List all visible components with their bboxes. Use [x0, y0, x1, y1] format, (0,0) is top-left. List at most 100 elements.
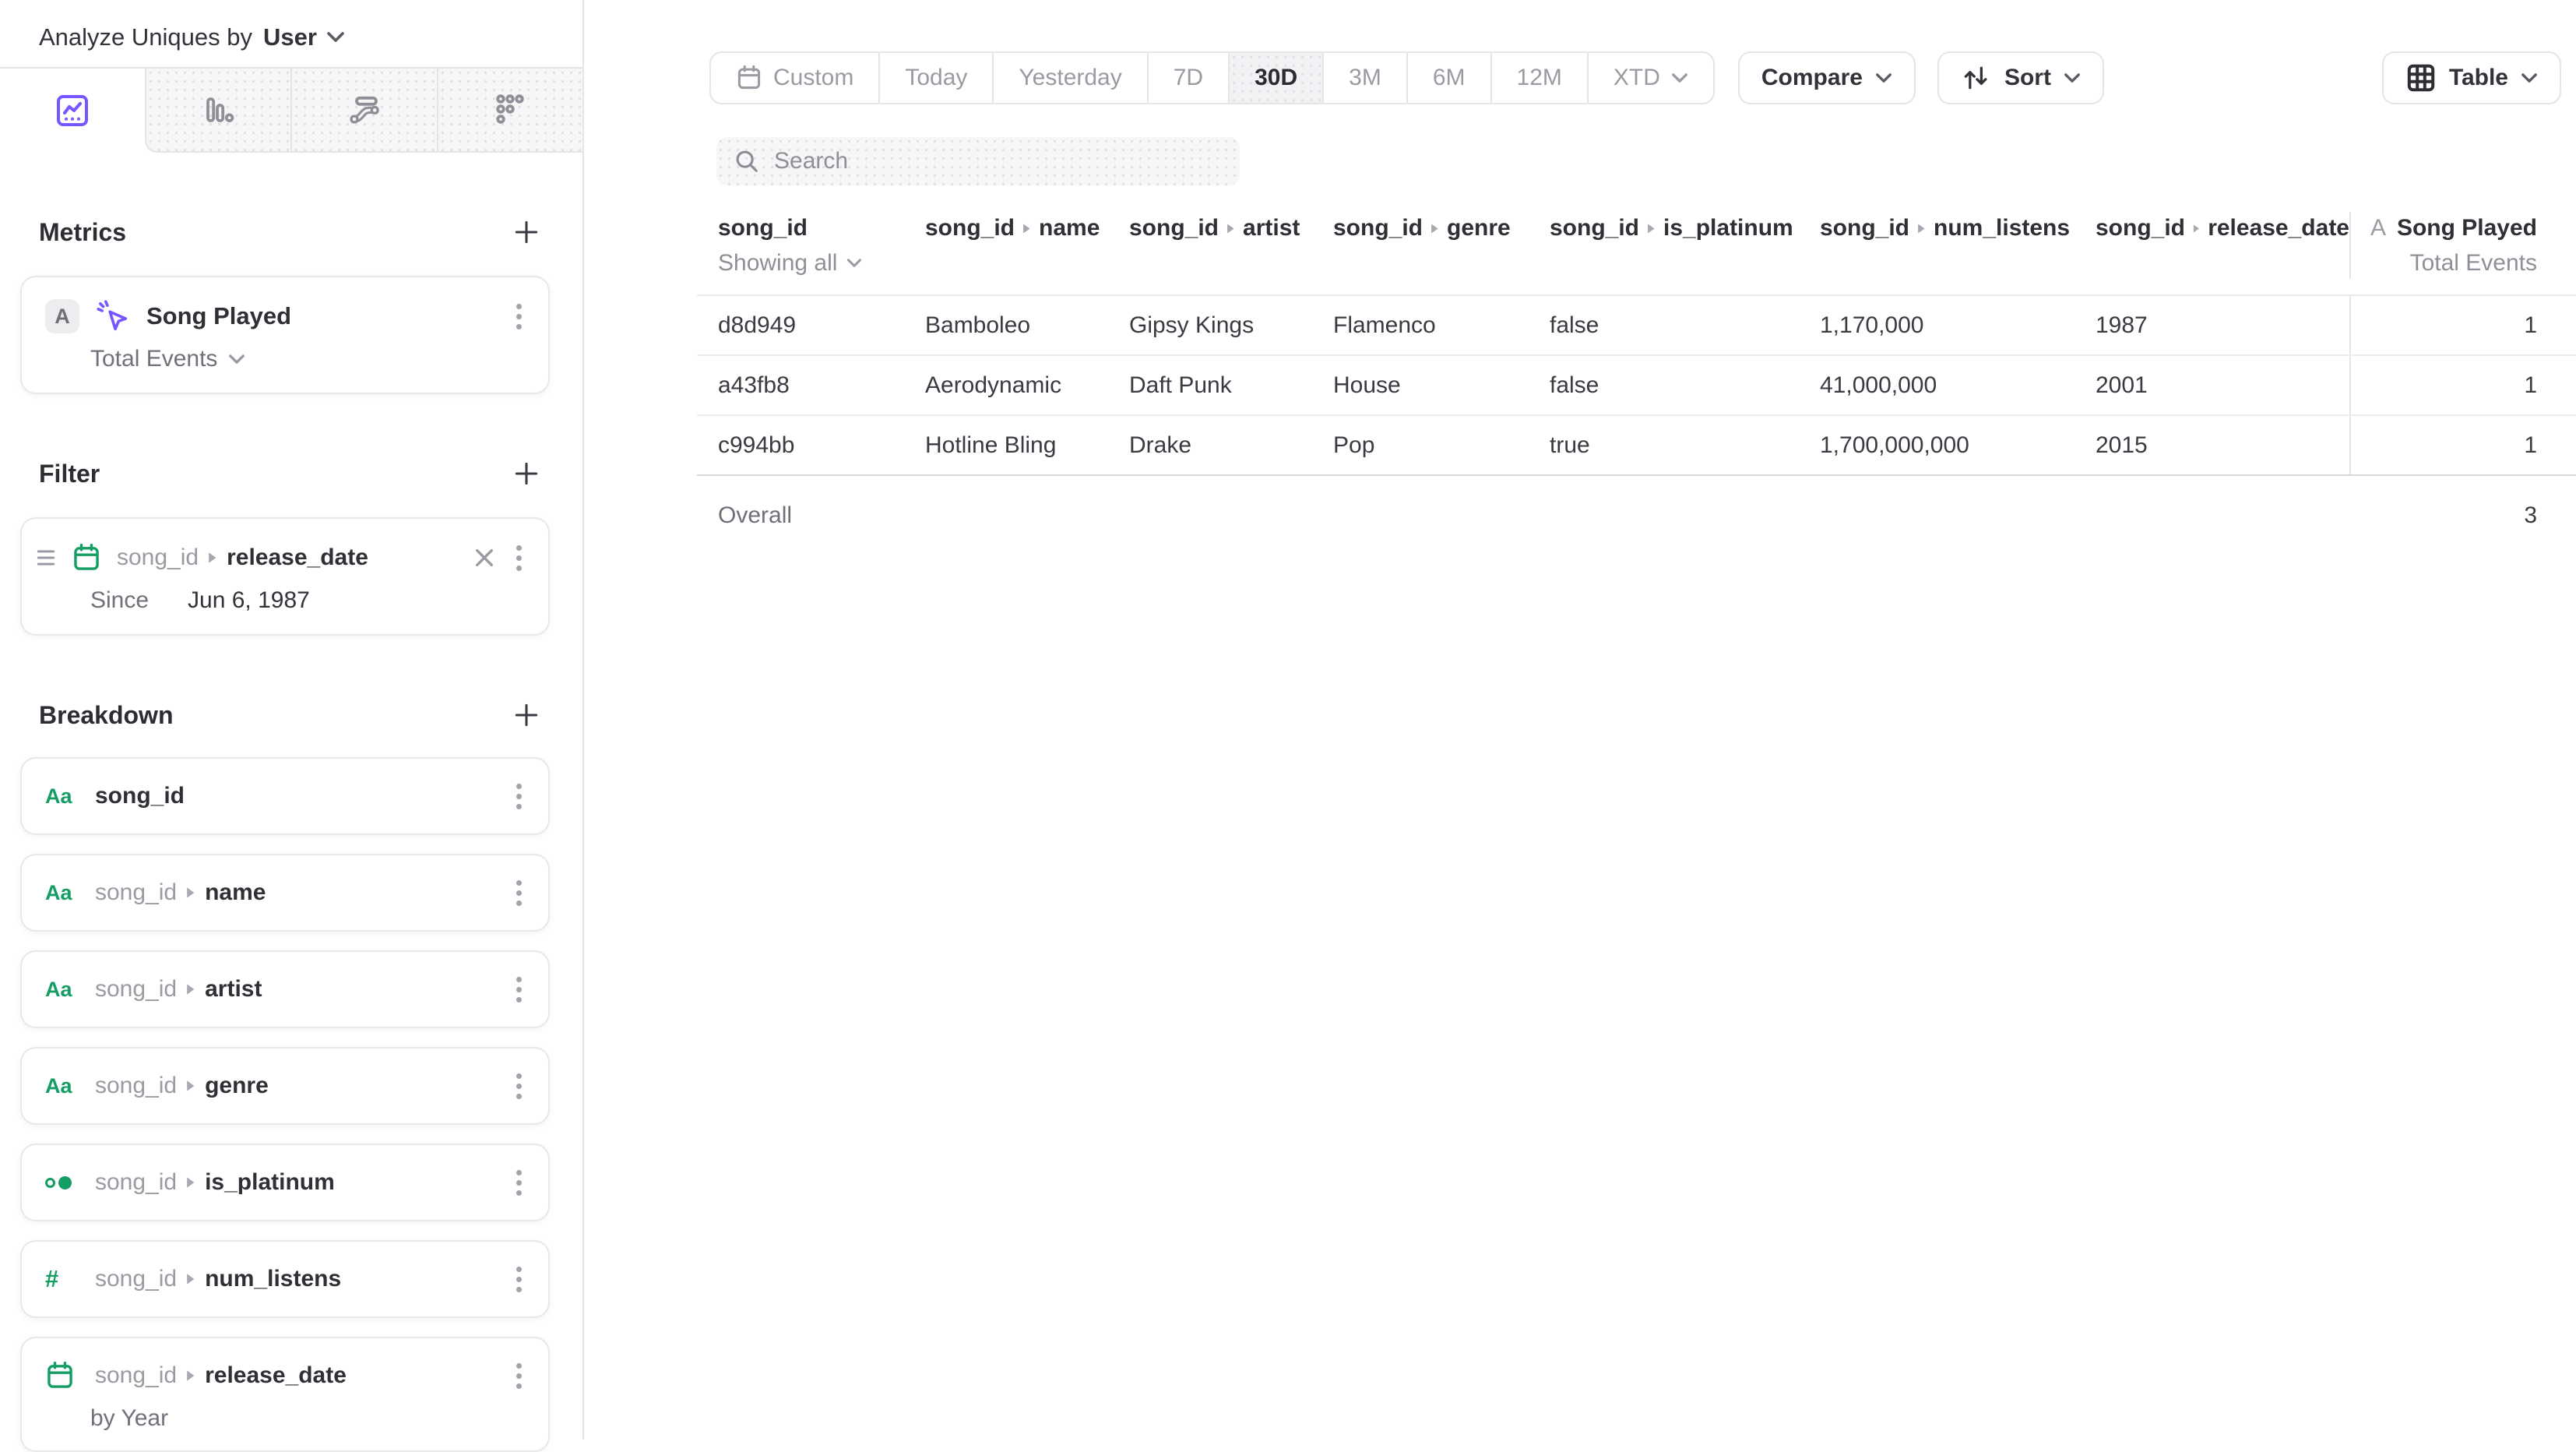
view-type-button[interactable]: Table [2382, 51, 2561, 104]
search-input[interactable] [774, 148, 1223, 174]
chevron-down-icon [2521, 72, 2538, 84]
date-range-option[interactable]: Custom [711, 53, 878, 103]
date-range-option[interactable]: 6M [1406, 53, 1490, 103]
breakdown-menu-button[interactable] [513, 974, 525, 1006]
breakdown-card[interactable]: Aa song_id genre [20, 1047, 550, 1125]
breakdown-card[interactable]: Aa song_id name [20, 854, 550, 932]
column-header[interactable]: song_id name [904, 212, 1108, 279]
path-arrow-icon [186, 983, 195, 996]
compare-button[interactable]: Compare [1738, 51, 1916, 104]
chevron-down-icon [1671, 72, 1688, 84]
date-range-option[interactable]: 12M [1490, 53, 1587, 103]
filter-value: Jun 6, 1987 [188, 587, 310, 614]
path-arrow-icon [186, 886, 195, 899]
chevron-down-icon [326, 31, 345, 44]
breakdown-menu-button[interactable] [513, 1360, 525, 1392]
metric-menu-button[interactable] [513, 301, 525, 333]
cell-artist: Drake [1108, 416, 1312, 474]
filter-operator: Since [90, 587, 149, 614]
series-letter-badge: A [45, 299, 79, 333]
breakdown-card[interactable]: # song_id num_listens [20, 1240, 550, 1318]
tab-metrics-grid[interactable] [437, 69, 583, 153]
add-breakdown-button[interactable] [508, 696, 545, 734]
cell-is-platinum: false [1529, 356, 1799, 414]
breakdown-property: song_id genre [95, 1073, 498, 1099]
column-header[interactable]: song_id is_platinum [1529, 212, 1799, 279]
bar-chart-icon [199, 91, 237, 129]
sidebar-content: Metrics A Song Played Total Events Filte… [0, 213, 582, 1452]
table-row: d8d949 Bamboleo Gipsy Kings Flamenco fal… [697, 296, 2576, 356]
tab-flows[interactable] [290, 69, 437, 153]
breakdown-card[interactable]: Aa song_id [20, 757, 550, 835]
report-toolbar: Custom Today Yesterday 7D 30D [709, 51, 2561, 104]
cell-release-date: 1987 [2075, 296, 2349, 354]
path-arrow-icon [208, 552, 217, 564]
path-arrow-icon [186, 1176, 195, 1189]
column-header[interactable]: song_id Showing all [697, 212, 904, 279]
cell-num-listens: 1,170,000 [1799, 296, 2075, 354]
date-range-option[interactable]: XTD [1587, 53, 1713, 103]
metrics-title: Metrics [39, 218, 126, 247]
breakdown-property: song_id release_date [95, 1362, 498, 1389]
overall-label: Overall [697, 476, 904, 555]
text-property-icon: Aa [45, 784, 79, 809]
flows-icon [346, 91, 383, 129]
cell-song-id: c994bb [697, 416, 904, 474]
breakdown-menu-button[interactable] [513, 1167, 525, 1199]
breakdown-card[interactable]: Aa song_id artist [20, 950, 550, 1028]
path-arrow-icon [2193, 223, 2200, 234]
breakdown-modifier[interactable]: by Year [90, 1405, 525, 1432]
chevron-down-icon [1875, 72, 1892, 84]
date-range-option[interactable]: Yesterday [992, 53, 1146, 103]
filter-condition[interactable]: Since Jun 6, 1987 [90, 587, 525, 614]
column-header[interactable]: song_id artist [1108, 212, 1312, 279]
date-range-option[interactable]: 30D [1228, 53, 1322, 103]
entity-selector[interactable]: User [263, 23, 345, 51]
breakdown-menu-button[interactable] [513, 877, 525, 909]
cell-num-listens: 1,700,000,000 [1799, 416, 2075, 474]
date-range-option[interactable]: 3M [1322, 53, 1406, 103]
breakdown-card[interactable]: song_id is_platinum [20, 1144, 550, 1221]
remove-filter-button[interactable] [471, 544, 498, 571]
breakdown-menu-button[interactable] [513, 1070, 525, 1102]
line-chart-icon [54, 92, 91, 129]
number-property-icon: # [45, 1265, 79, 1293]
metric-aggregation[interactable]: Total Events [90, 346, 525, 372]
filter-card[interactable]: song_id release_date Since Jun 6, 1987 [20, 517, 550, 636]
cell-name: Aerodynamic [904, 356, 1108, 414]
breakdown-property: song_id [95, 783, 498, 809]
search-bar[interactable] [716, 137, 1240, 185]
add-metric-button[interactable] [508, 213, 545, 251]
metric-column-header[interactable]: A Song Played Total Events [2349, 212, 2576, 279]
date-property-icon [72, 543, 101, 573]
path-arrow-icon [1226, 223, 1235, 234]
metric-card[interactable]: A Song Played Total Events [20, 276, 550, 394]
cell-release-date: 2001 [2075, 356, 2349, 414]
date-range-option[interactable]: Today [878, 53, 992, 103]
column-header[interactable]: song_id num_listens [1799, 212, 2075, 279]
breakdown-menu-button[interactable] [513, 781, 525, 812]
sort-button[interactable]: Sort [1937, 51, 2104, 104]
breakdown-card[interactable]: song_id release_date by Year [20, 1337, 550, 1452]
showing-all-dropdown[interactable]: Showing all [718, 248, 904, 279]
table-body: d8d949 Bamboleo Gipsy Kings Flamenco fal… [697, 296, 2576, 555]
tab-bar-chart[interactable] [145, 69, 291, 153]
add-filter-button[interactable] [508, 455, 545, 492]
breakdown-list: Aa song_id Aa [20, 757, 550, 1452]
column-header[interactable]: song_id genre [1312, 212, 1529, 279]
sort-arrows-icon [1961, 63, 1992, 93]
filter-menu-button[interactable] [513, 542, 525, 574]
cell-name: Bamboleo [904, 296, 1108, 354]
tab-line-chart[interactable] [0, 69, 145, 153]
drag-handle-icon[interactable] [36, 544, 56, 571]
cell-is-platinum: true [1529, 416, 1799, 474]
path-arrow-icon [186, 1369, 195, 1382]
date-range-option[interactable]: 7D [1147, 53, 1228, 103]
column-header[interactable]: song_id release_date [2075, 212, 2349, 279]
cell-release-date: 2015 [2075, 416, 2349, 474]
cell-song-id: a43fb8 [697, 356, 904, 414]
path-arrow-icon [1022, 223, 1031, 234]
breakdown-menu-button[interactable] [513, 1263, 525, 1295]
visualization-tabs [0, 67, 582, 153]
text-property-icon: Aa [45, 978, 79, 1002]
